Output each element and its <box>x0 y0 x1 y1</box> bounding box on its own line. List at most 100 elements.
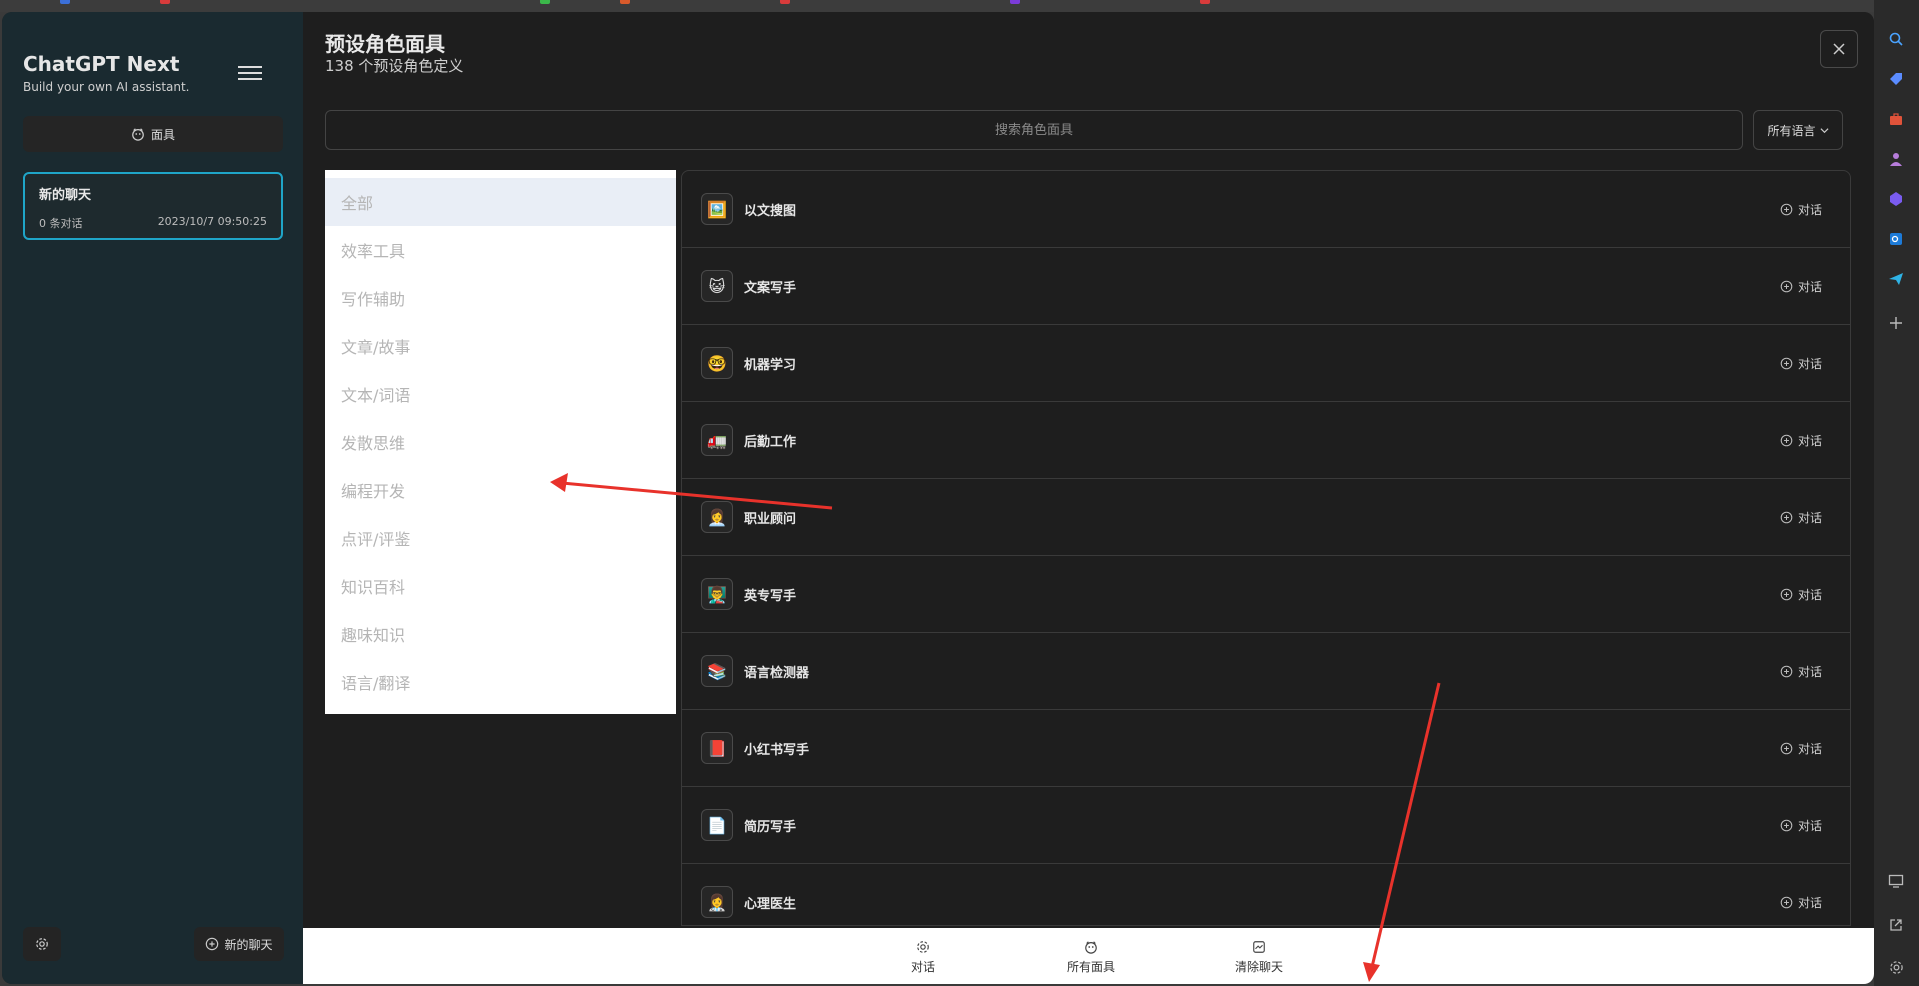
mask-name: 职业顾问 <box>744 511 797 527</box>
chat-settings-button[interactable]: 对话 <box>863 936 983 978</box>
mask-row: 😺 文案写手 对话 <box>682 248 1850 325</box>
chat-item-time: 2023/10/7 09:50:25 <box>157 215 267 228</box>
mask-chat-label: 对话 <box>1797 202 1822 217</box>
mask-icon <box>1085 940 1097 954</box>
add-icon[interactable] <box>1885 312 1907 334</box>
copilot-icon[interactable] <box>1885 188 1907 210</box>
person-icon[interactable] <box>1885 148 1907 170</box>
mask-row: 👩‍💼 职业顾问 对话 <box>682 479 1850 556</box>
mask-chat-label: 对话 <box>1797 433 1822 448</box>
mask-chat-label: 对话 <box>1797 510 1822 525</box>
category-item[interactable]: 语言/翻译 <box>325 658 676 706</box>
category-item[interactable]: 编程开发 <box>325 466 676 514</box>
mask-emoji-icon: 👨‍🏫 <box>701 578 733 610</box>
mask-emoji-icon: 🤓 <box>701 347 733 379</box>
all-masks-button[interactable]: 所有面具 <box>1031 936 1151 978</box>
mask-name: 以文搜图 <box>744 203 797 219</box>
menu-icon[interactable] <box>238 66 262 86</box>
category-item[interactable]: 全部 <box>325 178 676 226</box>
clear-chat-label: 清除聊天 <box>1234 959 1283 974</box>
sidebar: ChatGPT Next Build your own AI assistant… <box>2 12 303 984</box>
mask-chat-button[interactable]: 对话 <box>1780 432 1822 449</box>
mask-button[interactable]: 面具 <box>23 116 283 152</box>
broom-icon <box>1253 940 1265 953</box>
mask-emoji-icon: 👩‍💼 <box>701 501 733 533</box>
mask-chat-button[interactable]: 对话 <box>1780 509 1822 526</box>
bottom-action-bar: 对话 所有面具 清除聊天 <box>303 928 1874 984</box>
add-circle-icon <box>1780 357 1793 369</box>
mask-list: 🖼️ 以文搜图 对话 😺 文案写手 对话 🤓 机器学习 对话 🚛 后勤工作 对话… <box>681 170 1851 926</box>
category-item[interactable]: 点评/评鉴 <box>325 514 676 562</box>
add-circle-icon <box>1780 819 1793 831</box>
new-chat-button[interactable]: 新的聊天 <box>194 927 284 961</box>
mask-emoji-icon: 📚 <box>701 655 733 687</box>
mask-chat-label: 对话 <box>1797 664 1822 679</box>
language-select[interactable]: 所有语言 <box>1753 110 1843 150</box>
mask-chat-button[interactable]: 对话 <box>1780 201 1822 218</box>
mask-chat-button[interactable]: 对话 <box>1780 663 1822 680</box>
app-subtitle: Build your own AI assistant. <box>23 80 190 94</box>
mask-chat-label: 对话 <box>1797 895 1822 910</box>
mask-chat-label: 对话 <box>1797 587 1822 602</box>
browser-sidebar-rail <box>1874 0 1919 986</box>
mask-chat-button[interactable]: 对话 <box>1780 740 1822 757</box>
add-circle-icon <box>1780 742 1793 754</box>
mask-chat-button[interactable]: 对话 <box>1780 586 1822 603</box>
mask-row: 🤓 机器学习 对话 <box>682 325 1850 402</box>
mask-row: 📕 小红书写手 对话 <box>682 710 1850 787</box>
mask-chat-button[interactable]: 对话 <box>1780 355 1822 372</box>
close-icon <box>1833 43 1845 55</box>
add-circle-icon <box>1780 665 1793 677</box>
tag-icon[interactable] <box>1885 68 1907 90</box>
add-circle-icon <box>1780 896 1793 908</box>
category-list: 全部 效率工具 写作辅助 文章/故事 文本/词语 发散思维 编程开发 点评/评鉴… <box>325 170 676 714</box>
chat-list-item[interactable]: 新的聊天 0 条对话 2023/10/7 09:50:25 <box>23 172 283 240</box>
mask-name: 简历写手 <box>744 819 797 835</box>
mask-icon <box>132 128 144 141</box>
gear-icon <box>36 938 48 950</box>
mask-chat-button[interactable]: 对话 <box>1780 894 1822 911</box>
outlook-icon[interactable] <box>1885 228 1907 250</box>
all-masks-label: 所有面具 <box>1066 959 1115 974</box>
search-input[interactable] <box>325 110 1743 150</box>
search-icon[interactable] <box>1885 28 1907 50</box>
mask-emoji-icon: 👩‍⚕️ <box>701 886 733 918</box>
mask-row: 👨‍🏫 英专写手 对话 <box>682 556 1850 633</box>
browser-top-strip <box>0 0 1919 12</box>
category-item[interactable]: 文章/故事 <box>325 322 676 370</box>
category-item[interactable]: 文本/词语 <box>325 370 676 418</box>
add-circle-icon <box>206 937 219 951</box>
add-circle-icon <box>1780 203 1793 215</box>
mask-name: 后勤工作 <box>744 434 797 450</box>
chat-item-count: 0 条对话 <box>39 217 83 230</box>
chat-settings-label: 对话 <box>910 959 935 974</box>
chat-item-title: 新的聊天 <box>39 188 92 203</box>
send-icon[interactable] <box>1885 268 1907 290</box>
toolbox-icon[interactable] <box>1885 108 1907 130</box>
mask-chat-label: 对话 <box>1797 279 1822 294</box>
category-item[interactable]: 效率工具 <box>325 226 676 274</box>
mask-emoji-icon: 🚛 <box>701 424 733 456</box>
settings-button[interactable] <box>23 927 61 961</box>
close-button[interactable] <box>1820 30 1858 68</box>
mask-row: 🖼️ 以文搜图 对话 <box>682 171 1850 248</box>
add-circle-icon <box>1780 511 1793 523</box>
category-item[interactable]: 写作辅助 <box>325 274 676 322</box>
screen-icon[interactable] <box>1885 870 1907 892</box>
category-item[interactable]: 发散思维 <box>325 418 676 466</box>
add-circle-icon <box>1780 280 1793 292</box>
category-item[interactable]: 趣味知识 <box>325 610 676 658</box>
mask-button-label: 面具 <box>150 127 175 142</box>
mask-chat-button[interactable]: 对话 <box>1780 817 1822 834</box>
mask-chat-label: 对话 <box>1797 818 1822 833</box>
mask-name: 语言检测器 <box>744 665 810 681</box>
mask-chat-label: 对话 <box>1797 356 1822 371</box>
gear-icon[interactable] <box>1885 956 1907 978</box>
category-item[interactable]: 知识百科 <box>325 562 676 610</box>
mask-emoji-icon: 📕 <box>701 732 733 764</box>
external-link-icon[interactable] <box>1885 914 1907 936</box>
clear-chat-button[interactable]: 清除聊天 <box>1199 936 1319 978</box>
add-circle-icon <box>1780 588 1793 600</box>
mask-chat-button[interactable]: 对话 <box>1780 278 1822 295</box>
page-subtitle: 138 个预设角色定义 <box>325 57 464 75</box>
